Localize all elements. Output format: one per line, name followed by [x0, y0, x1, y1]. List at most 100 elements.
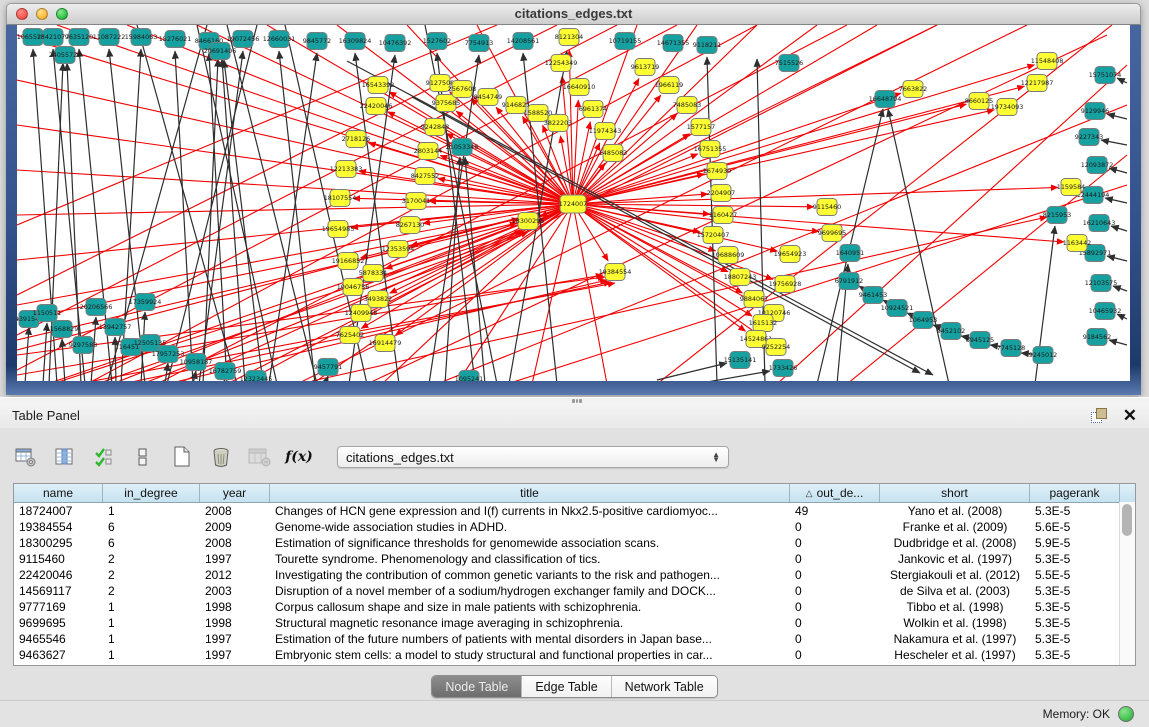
network-node[interactable]: 16640910: [563, 79, 596, 96]
minimize-window-button[interactable]: [36, 8, 48, 20]
scrollbar-thumb[interactable]: [1122, 504, 1132, 536]
network-node[interactable]: 1159584: [1057, 179, 1085, 196]
network-node[interactable]: 1150511: [33, 305, 61, 322]
network-node[interactable]: 7754913: [465, 35, 493, 52]
table-row[interactable]: 1872400712008Changes of HCN gene express…: [14, 503, 1135, 519]
column-header-in-degree[interactable]: in_degree: [103, 484, 200, 502]
network-node[interactable]: 1163442: [1063, 235, 1091, 252]
table-row[interactable]: 911546021997Tourette syndrome. Phenomeno…: [14, 551, 1135, 567]
network-node[interactable]: 19734093: [991, 99, 1024, 116]
network-canvas[interactable]: 1065525718421077963512011087222159840631…: [17, 25, 1130, 381]
tab-network-table[interactable]: Network Table: [612, 676, 717, 697]
network-node[interactable]: 19384554: [599, 264, 632, 281]
tab-node-table[interactable]: Node Table: [432, 676, 522, 697]
network-node[interactable]: 1160427: [709, 207, 737, 224]
network-node[interactable]: 9452102: [937, 323, 965, 340]
network-node[interactable]: 11087222: [93, 29, 126, 46]
vertical-scrollbar[interactable]: [1119, 502, 1135, 665]
network-node[interactable]: 14671355: [657, 35, 690, 52]
table-row[interactable]: 946362711997Embryonic stem cells: a mode…: [14, 647, 1135, 663]
network-node[interactable]: 8945125: [966, 332, 994, 349]
network-node[interactable]: 8215953: [1043, 207, 1071, 224]
network-node[interactable]: 9115460: [813, 199, 841, 216]
close-panel-icon[interactable]: ✕: [1123, 408, 1137, 423]
memory-ok-icon[interactable]: [1118, 706, 1134, 722]
row-mode-icon[interactable]: [130, 444, 156, 470]
network-node[interactable]: 1527602: [423, 33, 451, 50]
network-node[interactable]: 3493822: [364, 291, 392, 308]
network-node[interactable]: 9461453: [859, 287, 887, 304]
network-node[interactable]: 11974343: [589, 123, 622, 140]
column-header-title[interactable]: title: [270, 484, 790, 502]
network-node[interactable]: 12217987: [1021, 75, 1054, 92]
network-node[interactable]: 12093872: [1081, 157, 1114, 174]
network-node[interactable]: 2567608: [448, 81, 476, 98]
network-node[interactable]: 1095241: [455, 371, 483, 382]
network-node[interactable]: 10465932: [1089, 303, 1122, 320]
column-visibility-icon[interactable]: [52, 444, 78, 470]
network-node[interactable]: 9613719: [631, 59, 659, 76]
network-node[interactable]: 2718126: [342, 131, 370, 148]
column-header-out-de-[interactable]: △out_de...: [790, 484, 880, 502]
network-node[interactable]: 1577157: [687, 119, 715, 136]
network-node[interactable]: 9242848: [421, 119, 449, 136]
network-node[interactable]: 9227343: [1075, 129, 1103, 146]
network-node[interactable]: 7663822: [899, 81, 927, 98]
network-node[interactable]: 7625402: [336, 327, 364, 344]
delete-rows-icon[interactable]: [208, 444, 234, 470]
network-node[interactable]: 8267130: [396, 217, 424, 234]
network-node[interactable]: 3822203: [544, 115, 572, 132]
network-node[interactable]: 12353594: [382, 241, 415, 258]
network-node[interactable]: 6961374: [579, 101, 607, 118]
split-handle[interactable]: [572, 399, 582, 403]
network-node[interactable]: 6791912: [835, 273, 863, 290]
column-header-year[interactable]: year: [200, 484, 270, 502]
network-node[interactable]: 10688609: [712, 247, 745, 264]
function-builder-icon[interactable]: f(x): [286, 444, 312, 470]
network-node[interactable]: 9118211: [693, 37, 721, 54]
delete-table-icon[interactable]: [247, 444, 273, 470]
network-node[interactable]: 9245012: [1029, 347, 1057, 364]
column-header-pagerank[interactable]: pagerank: [1030, 484, 1120, 502]
network-node[interactable]: 12213383: [330, 161, 363, 178]
network-node[interactable]: 9252254: [762, 339, 790, 356]
network-node[interactable]: 18107554: [324, 190, 357, 207]
column-header-short[interactable]: short: [880, 484, 1030, 502]
network-node[interactable]: 1674930: [703, 163, 731, 180]
tab-edge-table[interactable]: Edge Table: [522, 676, 611, 697]
network-node[interactable]: 20206566: [80, 299, 113, 316]
network-node[interactable]: 9635120: [65, 29, 93, 46]
network-node[interactable]: 19166852: [332, 253, 365, 270]
network-node[interactable]: 14208561: [507, 33, 540, 50]
network-node[interactable]: 9457791: [314, 359, 342, 376]
network-node[interactable]: 19654985: [322, 221, 355, 238]
network-node[interactable]: 16210643: [1083, 215, 1116, 232]
network-node[interactable]: 15276021: [159, 31, 192, 48]
network-node[interactable]: 9699695: [818, 225, 846, 242]
table-row[interactable]: 946554611997Estimation of the future num…: [14, 631, 1135, 647]
network-node[interactable]: 8660125: [965, 93, 993, 110]
new-table-icon[interactable]: [169, 444, 195, 470]
column-header-name[interactable]: name: [14, 484, 103, 502]
network-node[interactable]: 7485083: [673, 97, 701, 114]
network-node[interactable]: 8427552: [411, 168, 439, 185]
network-node[interactable]: 12103575: [1085, 275, 1118, 292]
network-node[interactable]: 9184562: [1083, 329, 1111, 346]
network-node[interactable]: 1064953: [909, 312, 937, 329]
network-node[interactable]: 9129946: [1081, 103, 1109, 120]
network-node[interactable]: 1615132: [749, 315, 777, 332]
close-window-button[interactable]: [16, 8, 28, 20]
zoom-window-button[interactable]: [56, 8, 68, 20]
network-node[interactable]: 12660031: [263, 31, 296, 48]
network-node[interactable]: 16648794: [869, 91, 902, 108]
network-node[interactable]: 9297588: [69, 337, 97, 354]
table-row[interactable]: 969969511998Structural magnetic resonanc…: [14, 615, 1135, 631]
network-node[interactable]: 8454749: [474, 89, 502, 106]
table-selector[interactable]: citations_edges.txt ▲▼: [337, 446, 729, 468]
network-node[interactable]: 15135141: [724, 352, 757, 369]
network-node[interactable]: 1966119: [655, 77, 683, 94]
network-node[interactable]: 2204907: [707, 185, 735, 202]
network-node[interactable]: 16914479: [369, 335, 402, 352]
table-options-icon[interactable]: [13, 444, 39, 470]
network-node[interactable]: 9884067: [740, 291, 768, 308]
